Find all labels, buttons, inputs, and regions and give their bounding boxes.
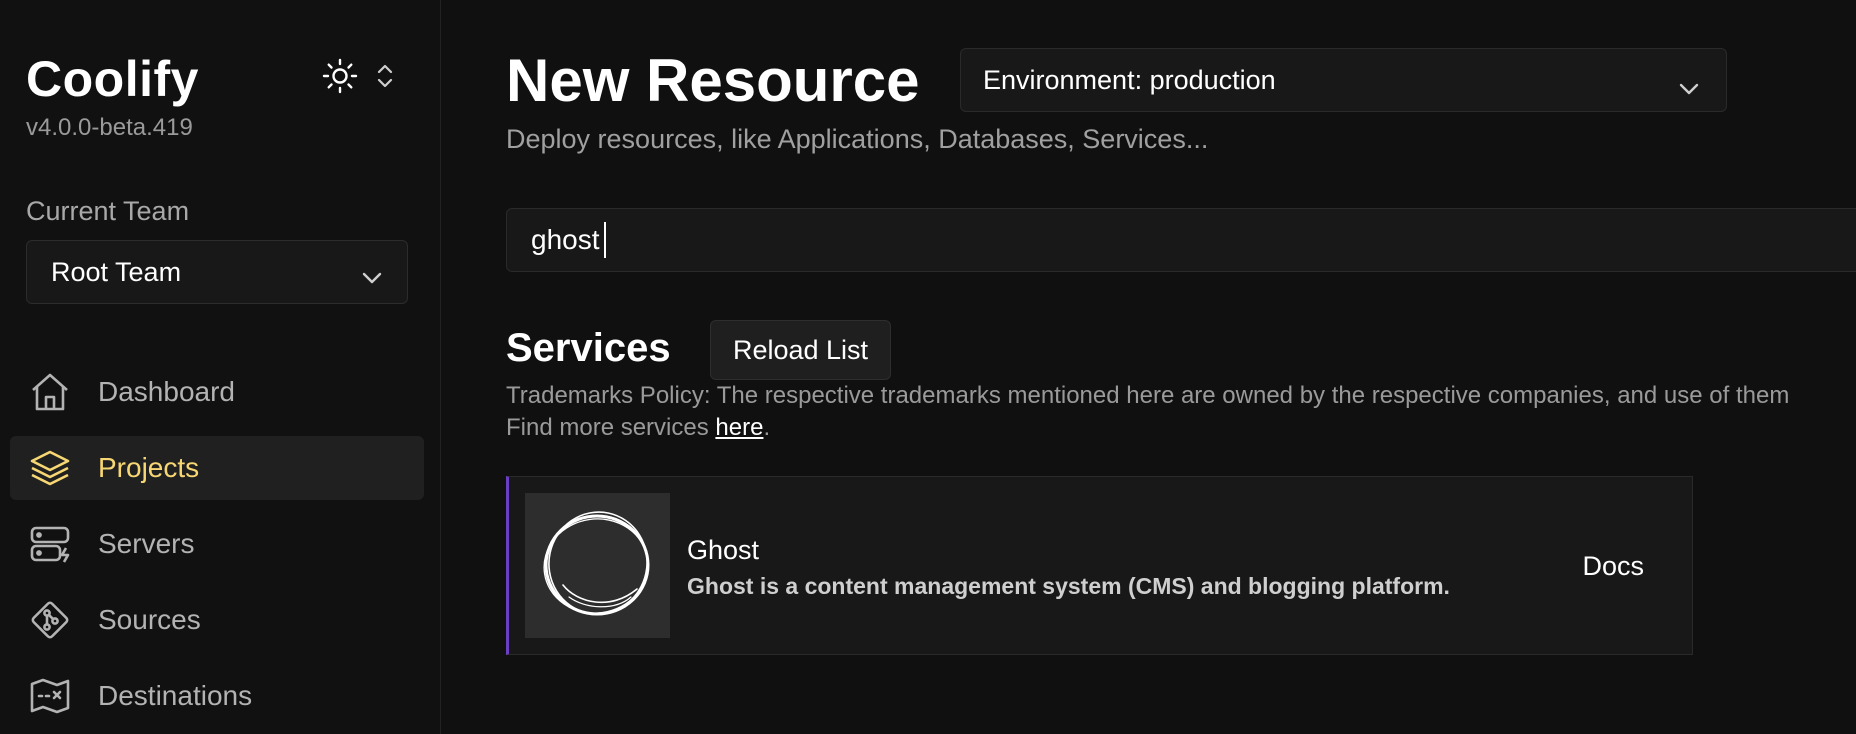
layers-icon [28, 446, 72, 490]
sidebar-item-label: Projects [98, 452, 200, 483]
server-icon [28, 522, 72, 566]
docs-link[interactable]: Docs [1582, 551, 1644, 582]
environment-select[interactable]: Environment: production [960, 48, 1727, 112]
trademarks-policy-text: Trademarks Policy: The respective tradem… [506, 382, 1790, 409]
service-description: Ghost is a content management system (CM… [687, 573, 1450, 599]
service-name: Ghost [687, 535, 760, 565]
git-icon [28, 598, 72, 642]
sidebar-item-label: Servers [98, 528, 195, 559]
sidebar-item-label: Dashboard [98, 376, 235, 407]
ghost-logo-icon [525, 493, 670, 638]
sidebar-item-destinations[interactable]: Destinations [10, 664, 424, 728]
sidebar-item-servers[interactable]: Servers [10, 512, 424, 576]
environment-select-value: Environment: production [983, 64, 1276, 95]
chevron-down-icon [1678, 73, 1700, 95]
chevron-up-down-icon[interactable] [374, 62, 396, 90]
sun-icon[interactable] [322, 58, 358, 94]
current-team-label: Current Team [26, 196, 190, 226]
reload-list-button[interactable]: Reload List [710, 320, 891, 380]
service-card-ghost[interactable]: Ghost Ghost is a content management syst… [506, 476, 1693, 655]
map-icon [28, 674, 72, 718]
sidebar-item-label: Destinations [98, 680, 253, 711]
sidebar-item-sources[interactable]: Sources [10, 588, 424, 652]
find-more-link[interactable]: here [715, 414, 763, 441]
app-version: v4.0.0-beta.419 [26, 114, 193, 141]
find-more-prefix: Find more services [506, 414, 716, 441]
services-heading: Services [506, 326, 671, 370]
search-input[interactable] [506, 208, 1856, 272]
chevron-down-icon [361, 263, 383, 284]
home-icon [28, 370, 72, 414]
team-select[interactable]: Root Team [26, 240, 408, 304]
find-more-services-text: Find more services here. [506, 414, 770, 442]
text-caret [604, 222, 606, 258]
page-title: New Resource [506, 47, 920, 114]
sidebar-item-projects[interactable]: Projects [10, 436, 424, 500]
find-more-suffix: . [763, 414, 771, 441]
sidebar-item-label: Sources [98, 604, 201, 635]
sidebar-item-dashboard[interactable]: Dashboard [10, 360, 424, 424]
sidebar: Coolify v4.0.0-beta.419 Current Team Roo… [0, 0, 441, 734]
team-select-value: Root Team [51, 256, 182, 287]
app-logo-text[interactable]: Coolify [26, 50, 199, 108]
page-subtitle: Deploy resources, like Applications, Dat… [506, 124, 1209, 154]
